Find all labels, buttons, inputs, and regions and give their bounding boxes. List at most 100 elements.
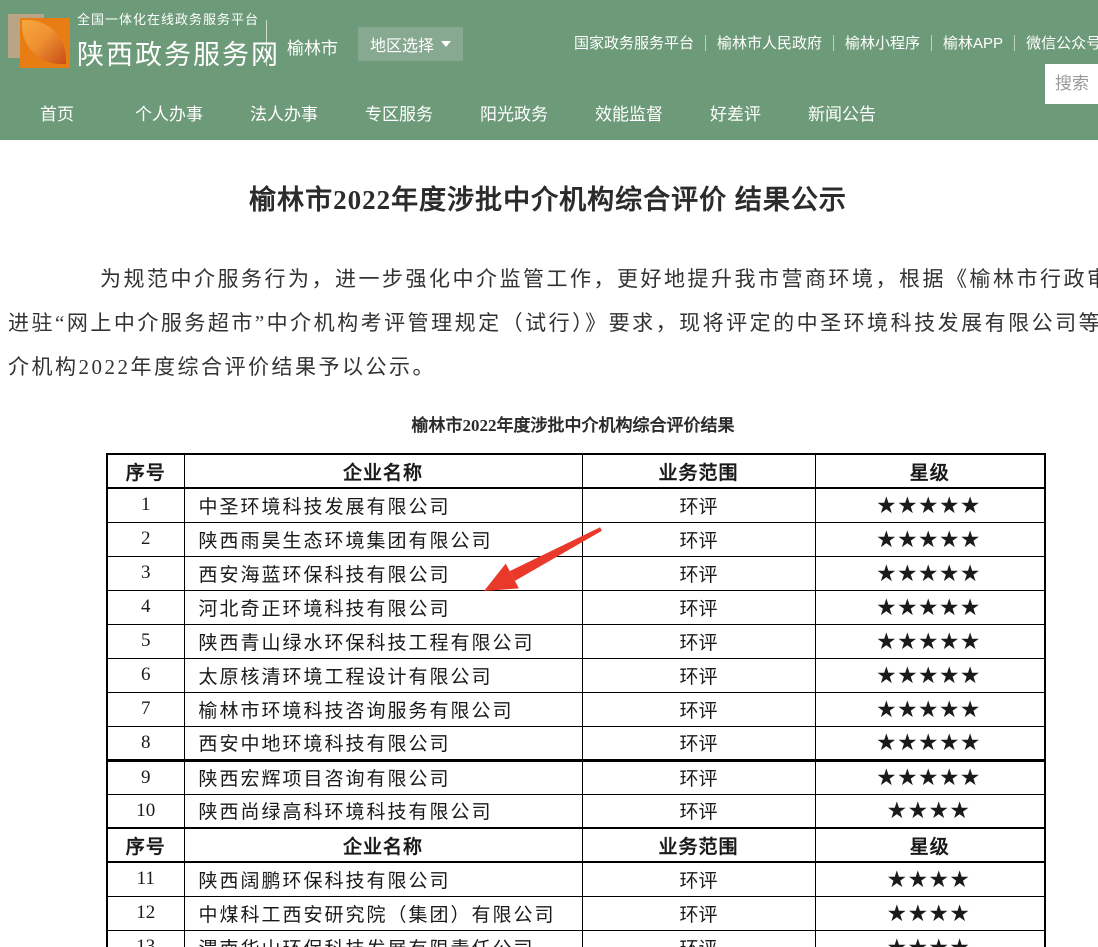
table-row: 8西安中地环境科技有限公司环评★★★★★ xyxy=(107,726,1045,760)
cell-star-rating: ★★★★★ xyxy=(815,692,1045,726)
cell-star-rating: ★★★★★ xyxy=(815,522,1045,556)
cell-index: 12 xyxy=(107,896,184,930)
nav-item-home[interactable]: 首页 xyxy=(40,100,74,125)
cell-star-rating: ★★★★★ xyxy=(815,760,1045,794)
column-header: 星级 xyxy=(815,828,1045,862)
nav-item-zone-services[interactable]: 专区服务 xyxy=(365,100,433,125)
cell-star-rating: ★★★★★ xyxy=(815,658,1045,692)
cell-business-scope: 环评 xyxy=(582,556,815,590)
cell-company-name: 陕西宏辉项目咨询有限公司 xyxy=(184,760,582,794)
region-selector-button[interactable]: 地区选择 xyxy=(358,27,463,61)
region-selector-label: 地区选择 xyxy=(370,32,434,56)
cell-business-scope: 环评 xyxy=(582,760,815,794)
cell-company-name: 中煤科工西安研究院（集团）有限公司 xyxy=(184,896,582,930)
cell-company-name: 中圣环境科技发展有限公司 xyxy=(184,488,582,522)
evaluation-table-body: 序号企业名称业务范围星级1中圣环境科技发展有限公司环评★★★★★2陕西雨昊生态环… xyxy=(107,454,1045,947)
table-caption: 榆林市2022年度涉批中介机构综合评价结果 xyxy=(0,411,1098,436)
cell-business-scope: 环评 xyxy=(582,930,815,947)
table-row: 13渭南华山环保科技发展有限责任公司环评★★★★ xyxy=(107,930,1045,947)
search-input[interactable] xyxy=(1045,64,1098,104)
cell-company-name: 河北奇正环境科技有限公司 xyxy=(184,590,582,624)
table-row: 5陕西青山绿水环保科技工程有限公司环评★★★★★ xyxy=(107,624,1045,658)
table-row: 9陕西宏辉项目咨询有限公司环评★★★★★ xyxy=(107,760,1045,794)
cell-star-rating: ★★★★ xyxy=(815,862,1045,896)
nav-item-legal-person[interactable]: 法人办事 xyxy=(250,100,318,125)
nav-item-rating[interactable]: 好差评 xyxy=(710,100,761,125)
paragraph-line: 介机构2022年度综合评价结果予以公示。 xyxy=(8,345,1098,389)
cell-index: 9 xyxy=(107,760,184,794)
cell-business-scope: 环评 xyxy=(582,624,815,658)
cell-star-rating: ★★★★ xyxy=(815,930,1045,947)
cell-company-name: 陕西尚绿高科环境科技有限公司 xyxy=(184,794,582,828)
cell-star-rating: ★★★★★ xyxy=(815,624,1045,658)
table-row: 4河北奇正环境科技有限公司环评★★★★★ xyxy=(107,590,1045,624)
cell-index: 10 xyxy=(107,794,184,828)
cell-business-scope: 环评 xyxy=(582,590,815,624)
page-title: 榆林市2022年度涉批中介机构综合评价 结果公示 xyxy=(0,178,1096,217)
article-content: 榆林市2022年度涉批中介机构综合评价 结果公示 为规范中介服务行为，进一步强化… xyxy=(0,178,1098,947)
site-name: 陕西政务服务网 xyxy=(77,33,280,72)
link-app[interactable]: 榆林APP xyxy=(943,32,1003,53)
nav-item-news[interactable]: 新闻公告 xyxy=(808,100,876,125)
table-header-row: 序号企业名称业务范围星级 xyxy=(107,828,1045,862)
link-national-platform[interactable]: 国家政务服务平台 xyxy=(574,32,694,53)
link-wechat-official[interactable]: 微信公众号 xyxy=(1026,32,1098,53)
cell-star-rating: ★★★★★ xyxy=(815,488,1045,522)
platform-name: 全国一体化在线政务服务平台 xyxy=(77,9,280,28)
link-mini-program[interactable]: 榆林小程序 xyxy=(845,32,920,53)
announcement-paragraph: 为规范中介服务行为，进一步强化中介监管工作，更好地提升我市营商环境，根据《榆林市… xyxy=(8,257,1098,389)
table-row: 6太原核清环境工程设计有限公司环评★★★★★ xyxy=(107,658,1045,692)
column-header: 企业名称 xyxy=(184,828,582,862)
table-row: 12中煤科工西安研究院（集团）有限公司环评★★★★ xyxy=(107,896,1045,930)
nav-item-personal[interactable]: 个人办事 xyxy=(135,100,203,125)
cell-index: 8 xyxy=(107,726,184,760)
table-row: 3西安海蓝环保科技有限公司环评★★★★★ xyxy=(107,556,1045,590)
column-header: 序号 xyxy=(107,828,184,862)
cell-business-scope: 环评 xyxy=(582,522,815,556)
main-nav-bar: 首页 个人办事 法人办事 专区服务 阳光政务 效能监督 好差评 新闻公告 xyxy=(0,84,1098,140)
brand-block: 全国一体化在线政务服务平台 陕西政务服务网 xyxy=(77,9,280,72)
cell-index: 11 xyxy=(107,862,184,896)
cell-index: 3 xyxy=(107,556,184,590)
top-header-bar: 全国一体化在线政务服务平台 陕西政务服务网 榆林市 地区选择 国家政务服务平台 … xyxy=(0,0,1098,84)
table-row: 11陕西阔鹏环保科技有限公司环评★★★★ xyxy=(107,862,1045,896)
current-city[interactable]: 榆林市 xyxy=(287,34,338,59)
link-separator xyxy=(705,35,706,51)
column-header: 序号 xyxy=(107,454,184,488)
table-row: 10陕西尚绿高科环境科技有限公司环评★★★★ xyxy=(107,794,1045,828)
cell-business-scope: 环评 xyxy=(582,488,815,522)
table-row: 1中圣环境科技发展有限公司环评★★★★★ xyxy=(107,488,1045,522)
cell-index: 7 xyxy=(107,692,184,726)
nav-item-efficiency-supervision[interactable]: 效能监督 xyxy=(595,100,663,125)
chevron-down-icon xyxy=(441,41,451,47)
table-row: 7榆林市环境科技咨询服务有限公司环评★★★★★ xyxy=(107,692,1045,726)
cell-business-scope: 环评 xyxy=(582,726,815,760)
cell-company-name: 渭南华山环保科技发展有限责任公司 xyxy=(184,930,582,947)
link-city-government[interactable]: 榆林市人民政府 xyxy=(717,32,822,53)
cell-company-name: 西安海蓝环保科技有限公司 xyxy=(184,556,582,590)
cell-business-scope: 环评 xyxy=(582,692,815,726)
site-logo[interactable] xyxy=(8,10,70,72)
cell-company-name: 陕西青山绿水环保科技工程有限公司 xyxy=(184,624,582,658)
link-separator xyxy=(1014,35,1015,51)
column-header: 业务范围 xyxy=(582,828,815,862)
table-row: 2陕西雨昊生态环境集团有限公司环评★★★★★ xyxy=(107,522,1045,556)
cell-business-scope: 环评 xyxy=(582,794,815,828)
cell-index: 6 xyxy=(107,658,184,692)
cell-business-scope: 环评 xyxy=(582,896,815,930)
cell-star-rating: ★★★★ xyxy=(815,794,1045,828)
cell-index: 1 xyxy=(107,488,184,522)
cell-company-name: 陕西雨昊生态环境集团有限公司 xyxy=(184,522,582,556)
brand-divider xyxy=(266,20,267,66)
column-header: 企业名称 xyxy=(184,454,582,488)
paragraph-line: 进驻“网上中介服务超市”中介机构考评管理规定（试行）》要求，现将评定的中圣环境科… xyxy=(8,301,1098,345)
cell-index: 2 xyxy=(107,522,184,556)
cell-company-name: 西安中地环境科技有限公司 xyxy=(184,726,582,760)
nav-item-open-government[interactable]: 阳光政务 xyxy=(480,100,548,125)
paragraph-line: 为规范中介服务行为，进一步强化中介监管工作，更好地提升我市营商环境，根据《榆林市… xyxy=(8,257,1098,301)
cell-company-name: 太原核清环境工程设计有限公司 xyxy=(184,658,582,692)
cell-star-rating: ★★★★★ xyxy=(815,726,1045,760)
cell-company-name: 陕西阔鹏环保科技有限公司 xyxy=(184,862,582,896)
cell-index: 5 xyxy=(107,624,184,658)
link-separator xyxy=(931,35,932,51)
